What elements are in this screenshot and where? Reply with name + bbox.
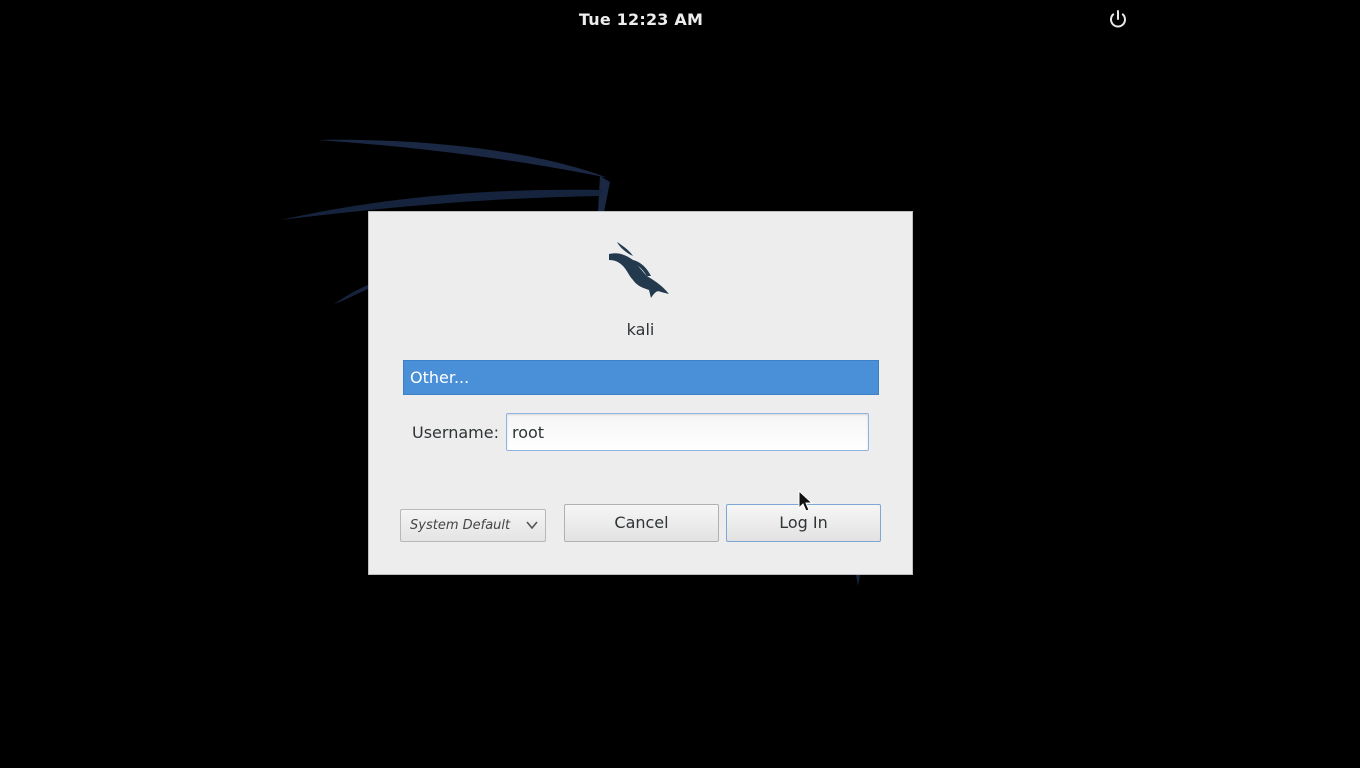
host-name: kali [626, 320, 655, 339]
power-button[interactable] [1106, 8, 1130, 32]
username-input[interactable] [506, 413, 869, 451]
login-screen: Tue 12:23 AM kali Other... Username: Sys… [0, 0, 1360, 768]
clock[interactable]: Tue 12:23 AM [0, 10, 1282, 29]
login-dialog: kali Other... Username: System Default C… [368, 211, 913, 575]
power-icon [1110, 10, 1126, 28]
top-bar: Tue 12:23 AM [0, 0, 1360, 40]
session-select[interactable]: System Default [400, 509, 546, 542]
mouse-pointer-icon [798, 490, 814, 512]
chevron-down-icon [526, 521, 538, 530]
cancel-button[interactable]: Cancel [564, 504, 719, 542]
user-list-item-other[interactable]: Other... [403, 360, 879, 395]
session-select-label: System Default [410, 518, 511, 533]
kali-dragon-icon [609, 242, 669, 298]
username-label: Username: [412, 423, 499, 442]
